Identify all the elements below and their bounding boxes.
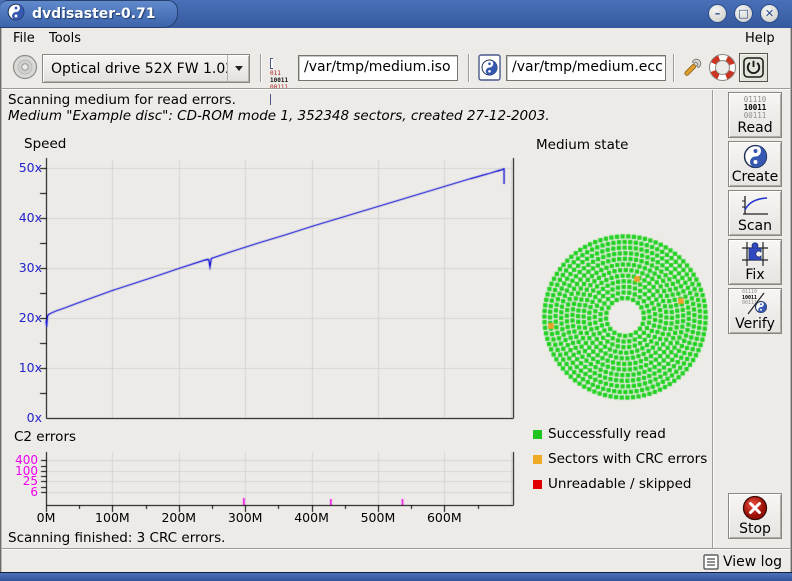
scan-status-line: Scanning medium for read errors. [8,92,236,108]
c2-y-tick-label: 6 [6,485,38,499]
toolbar: Optical drive 52X FW 1.02 011 10011 0011… [2,49,790,88]
speed-y-tick-label: 10x [6,360,42,375]
titlebar[interactable]: dvdisaster-0.71 – □ ✕ [0,0,792,28]
log-list-icon [703,554,719,570]
fix-button-label: Fix [745,267,764,283]
stop-icon [742,495,768,521]
lifebelt-icon[interactable] [709,54,736,85]
scan-button[interactable]: Scan [728,190,782,236]
dropdown-arrow-box [227,55,249,82]
x-axis-tick-label: 300M [223,510,267,525]
close-button[interactable]: ✕ [760,4,779,23]
legend-item-success: Successfully read [533,425,666,443]
scan-chart-icon [740,194,770,218]
create-button-label: Create [732,169,779,185]
scan-button-label: Scan [738,218,772,234]
window-title: dvdisaster-0.71 [32,6,156,22]
window-frame[interactable] [0,572,792,581]
app-yinyang-icon [7,3,25,25]
iso-path-input[interactable]: /var/tmp/medium.iso [298,55,458,81]
divider [2,548,790,550]
legend-label: Unreadable / skipped [548,476,691,492]
view-log-label: View log [723,554,782,570]
drive-select-value: Optical drive 52X FW 1.02 [43,61,227,77]
drive-select-dropdown[interactable]: Optical drive 52X FW 1.02 [42,54,250,83]
footer-status: Scanning finished: 3 CRC errors. [8,530,225,546]
x-axis-tick-label: 500M [356,510,400,525]
verify-icon: 01110 10011 00111 [740,290,770,316]
menubar: File Tools Help [2,28,790,49]
power-quit-button[interactable] [739,53,768,82]
minimize-icon: – [715,8,721,19]
read-button[interactable]: 01110 10011 00111 Read [728,92,782,138]
puzzle-icon [741,241,769,267]
close-icon: ✕ [765,8,774,19]
toolbar-separator [260,54,262,82]
toolbar-separator [468,54,470,82]
x-axis-tick-label: 200M [157,510,201,525]
stop-button[interactable]: Stop [728,493,782,539]
medium-state-title: Medium state [536,137,628,153]
ecc-file-icon [478,54,502,86]
wrench-icon[interactable] [679,54,706,85]
verify-button[interactable]: 01110 10011 00111 Verify [728,288,782,334]
legend-label: Sectors with CRC errors [548,451,707,467]
speed-y-tick-label: 50x [6,160,42,175]
legend-item-unreadable: Unreadable / skipped [533,475,691,493]
chevron-down-icon [235,66,243,71]
speed-chart-canvas [38,152,518,422]
window-frame [0,28,2,581]
minimize-button[interactable]: – [708,4,727,23]
menu-file[interactable]: File [8,30,40,47]
legend-item-crc: Sectors with CRC errors [533,450,707,468]
legend-swatch-orange [533,455,542,464]
maximize-button[interactable]: □ [734,4,753,23]
speed-y-tick-label: 20x [6,310,42,325]
medium-state-disc [532,224,718,410]
ecc-path-input[interactable]: /var/tmp/medium.ecc [506,55,666,81]
x-axis-tick-label: 600M [422,510,466,525]
fix-button[interactable]: Fix [728,239,782,285]
legend-swatch-green [533,430,542,439]
legend-label: Successfully read [548,426,666,442]
x-axis-tick-label: 100M [90,510,134,525]
x-axis-tick-label: 0M [24,510,68,525]
binary-icon: 01110 10011 00111 [744,96,767,120]
legend-swatch-red [533,480,542,489]
maximize-icon: □ [738,8,748,19]
speed-chart-title: Speed [24,136,66,152]
stop-button-label: Stop [739,521,771,537]
speed-y-tick-label: 40x [6,210,42,225]
c2-chart-title: C2 errors [14,429,76,445]
power-icon [743,57,764,78]
medium-info-line: Medium "Example disc": CD-ROM mode 1, 35… [8,108,550,124]
speed-y-tick-label: 30x [6,260,42,275]
verify-button-label: Verify [735,316,775,332]
menu-tools[interactable]: Tools [44,30,86,47]
app-window: dvdisaster-0.71 – □ ✕ File Tools Help Op… [0,0,792,581]
x-axis-tick-label: 400M [290,510,334,525]
view-log-button[interactable]: View log [703,552,782,571]
menu-help[interactable]: Help [740,30,780,47]
read-button-label: Read [737,120,772,136]
divider [712,90,714,548]
cd-drive-icon [11,53,39,85]
yinyang-icon [743,144,768,169]
create-button[interactable]: Create [728,141,782,187]
toolbar-separator [673,54,675,82]
divider [2,88,790,90]
speed-y-tick-label: 0x [6,410,42,425]
titlebar-tab: dvdisaster-0.71 [0,0,178,28]
